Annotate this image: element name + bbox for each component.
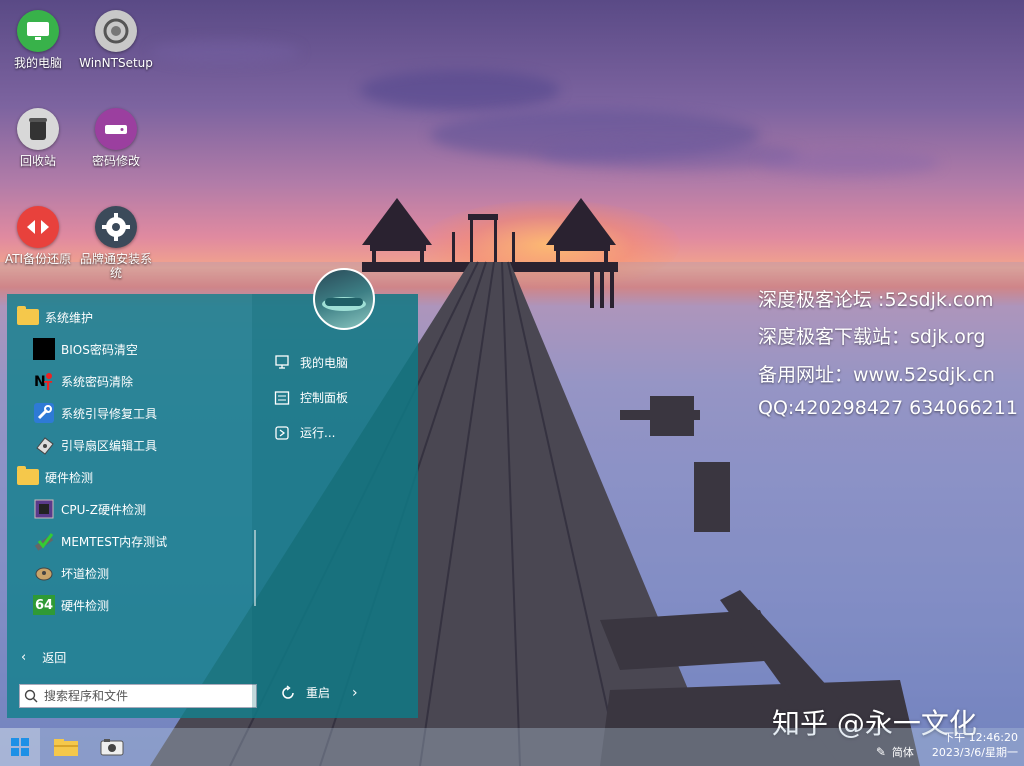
control-panel-icon <box>274 390 290 405</box>
site-text-line2: 深度极客下载站：sdjk.org <box>758 326 986 348</box>
menu-item-label: CPU-Z硬件检测 <box>61 502 146 517</box>
right-item-label: 控制面板 <box>300 391 349 405</box>
desktop-icon-label: 密码修改 <box>91 154 140 168</box>
desktop-icon-winntsetup[interactable]: WinNTSetup <box>78 10 154 70</box>
search-box[interactable] <box>19 684 257 708</box>
taskbar: 下午 12:46:20 ✎ 简体 2023/3/6/星期一 <box>0 728 1024 766</box>
bios-chip-icon <box>33 338 55 360</box>
setup-gear-icon <box>95 10 137 52</box>
gear-icon <box>95 206 137 248</box>
input-method-icon[interactable]: ✎ <box>876 745 886 760</box>
desktop-icon-label: 回收站 <box>19 154 56 168</box>
svg-text:T: T <box>44 379 53 392</box>
folder-icon <box>17 306 39 328</box>
menu-item-memtest[interactable]: MEMTEST内存测试 <box>33 528 167 554</box>
restart-button[interactable]: 重启 › <box>274 684 358 701</box>
site-text-line4: QQ:420298427 634066211 <box>758 397 1018 419</box>
wrench-icon <box>33 402 55 424</box>
menu-item-label: MEMTEST内存测试 <box>61 534 168 549</box>
taskbar-time[interactable]: 下午 12:46:20 <box>943 730 1018 745</box>
restart-label: 重启 <box>306 686 331 700</box>
nt-password-icon: NT <box>33 370 55 392</box>
drive-icon <box>95 108 137 150</box>
system-tray: 下午 12:46:20 ✎ 简体 2023/3/6/星期一 <box>876 730 1018 760</box>
start-menu: 系统维护 BIOS密码清空 NT 系统密码清除 系统引导修复工具 引导扇区编辑工… <box>7 294 418 718</box>
backup-arrows-icon <box>17 206 59 248</box>
chevron-left-icon: ‹ <box>21 649 27 665</box>
taskbar-file-explorer[interactable] <box>46 728 86 766</box>
group-system-maintenance[interactable]: 系统维护 <box>17 304 93 330</box>
menu-item-label: 系统引导修复工具 <box>61 406 158 421</box>
menu-item-cpuz[interactable]: CPU-Z硬件检测 <box>33 496 146 522</box>
right-item-label: 运行... <box>300 426 336 440</box>
right-item-my-computer[interactable]: 我的电脑 <box>274 354 348 371</box>
taskbar-date[interactable]: 2023/3/6/星期一 <box>932 745 1018 760</box>
memory-check-icon <box>33 530 55 552</box>
search-icon <box>20 689 42 703</box>
badge-64: 64 <box>33 595 55 615</box>
language-indicator[interactable]: 简体 <box>892 745 914 760</box>
menu-item-bad-sector-check[interactable]: 坏道检测 <box>33 560 109 586</box>
start-button[interactable] <box>0 728 40 766</box>
menu-item-label: 坏道检测 <box>61 566 110 581</box>
site-text-line3: 备用网址：www.52sdjk.cn <box>758 364 995 386</box>
group-label: 系统维护 <box>45 310 94 325</box>
site-text-line1: 深度极客论坛 :52sdjk.com <box>758 289 994 311</box>
windows-logo-icon <box>11 738 29 756</box>
disk-edit-icon <box>33 434 55 456</box>
desktop-icon-label: ATI备份还原 <box>4 252 72 266</box>
desktop-icon-recycle-bin[interactable]: 回收站 <box>0 108 76 168</box>
desktop-icon-password-change[interactable]: 密码修改 <box>78 108 154 168</box>
camera-icon <box>100 739 124 756</box>
start-menu-programs: 系统维护 BIOS密码清空 NT 系统密码清除 系统引导修复工具 引导扇区编辑工… <box>7 294 257 718</box>
right-item-label: 我的电脑 <box>300 356 349 370</box>
folder-icon <box>54 739 78 756</box>
folder-icon <box>17 466 39 488</box>
menu-item-boot-sector-editor[interactable]: 引导扇区编辑工具 <box>33 432 157 458</box>
desktop-icon-brand-install[interactable]: 品牌通安装系统 <box>78 206 154 280</box>
desktop-icon-label: 我的电脑 <box>13 56 62 70</box>
cpu-icon <box>33 498 55 520</box>
start-menu-places: 我的电脑 控制面板 运行... 重启 › <box>252 294 418 718</box>
menu-item-hardware-check[interactable]: 64 硬件检测 <box>33 592 109 618</box>
monitor-icon <box>17 10 59 52</box>
hardware-64-icon: 64 <box>33 594 55 616</box>
user-avatar[interactable] <box>313 268 375 330</box>
menu-item-label: 引导扇区编辑工具 <box>61 438 158 453</box>
menu-item-boot-repair[interactable]: 系统引导修复工具 <box>33 400 157 426</box>
restart-icon <box>282 684 294 699</box>
group-label: 硬件检测 <box>45 470 94 485</box>
menu-item-label: 系统密码清除 <box>61 374 134 389</box>
right-item-run[interactable]: 运行... <box>274 424 335 441</box>
run-icon <box>275 425 289 440</box>
chevron-right-icon[interactable]: › <box>352 685 358 701</box>
recycle-bin-icon <box>17 108 59 150</box>
taskbar-screenshot-tool[interactable] <box>92 728 132 766</box>
back-button[interactable]: ‹ 返回 <box>21 644 66 670</box>
search-input[interactable] <box>42 687 256 705</box>
menu-item-label: 硬件检测 <box>61 598 110 613</box>
desktop-icon-my-computer[interactable]: 我的电脑 <box>0 10 76 70</box>
menu-item-password-clear[interactable]: NT 系统密码清除 <box>33 368 133 394</box>
back-label: 返回 <box>42 650 67 665</box>
group-hardware-detection[interactable]: 硬件检测 <box>17 464 93 490</box>
menu-item-bios-clear[interactable]: BIOS密码清空 <box>33 336 138 362</box>
right-item-control-panel[interactable]: 控制面板 <box>274 389 348 406</box>
hdd-icon <box>33 562 55 584</box>
desktop-icon-label: 品牌通安装系统 <box>79 252 152 280</box>
desktop-icon-label: WinNTSetup <box>79 56 153 70</box>
menu-item-label: BIOS密码清空 <box>61 342 138 357</box>
computer-icon <box>275 354 289 369</box>
desktop-icon-ati-backup[interactable]: ATI备份还原 <box>0 206 76 266</box>
